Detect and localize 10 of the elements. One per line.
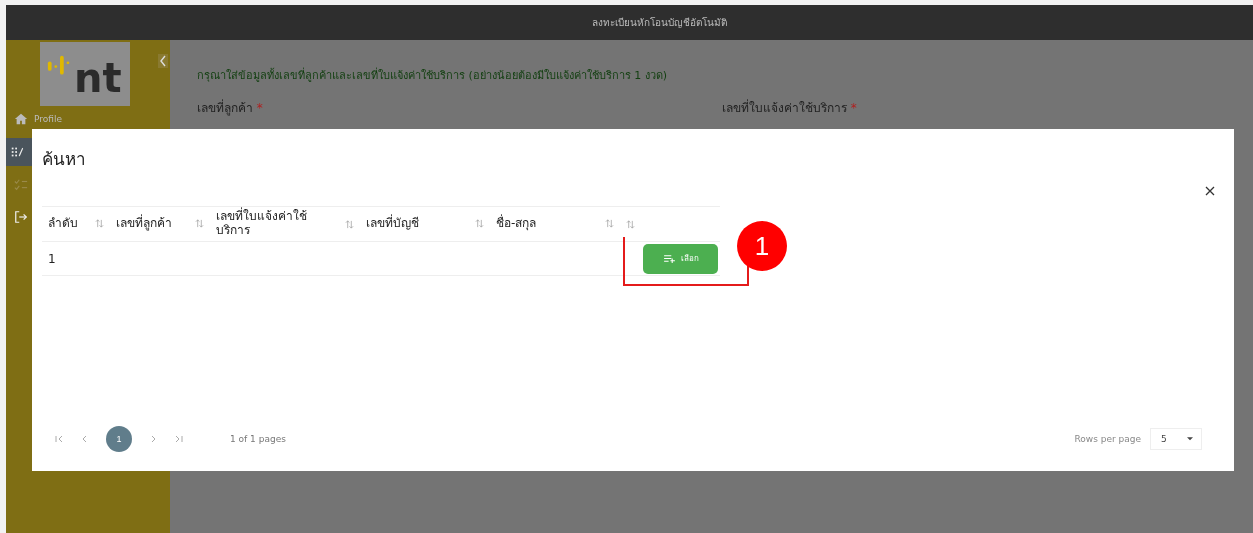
column-header: ลำดับ — [48, 217, 78, 231]
rows-per-page-label: Rows per page — [1074, 434, 1141, 444]
field-label: เลขที่ลูกค้า * — [197, 98, 264, 117]
instruction-text: กรุณาใส่ข้อมูลทั้งเลขที่ลูกค้าและเลขที่ใบแจ้งค่าใช้บริการ (อย่างน้อยต้องมีใบแจ้งค่าใช้บริการ 1 งวด) — [197, 66, 669, 84]
table-cell: 1 — [48, 251, 56, 266]
dialog-title: ค้นหา — [42, 148, 87, 171]
page-title: ลงทะเบียนหักโอนบัญชีอัตโนมัติ — [592, 16, 727, 30]
field-label: เลขที่ใบแจ้งค่าใช้บริการ * — [722, 98, 858, 117]
page-summary: 1 of 1 pages — [230, 434, 286, 444]
logo: nt — [40, 42, 130, 106]
